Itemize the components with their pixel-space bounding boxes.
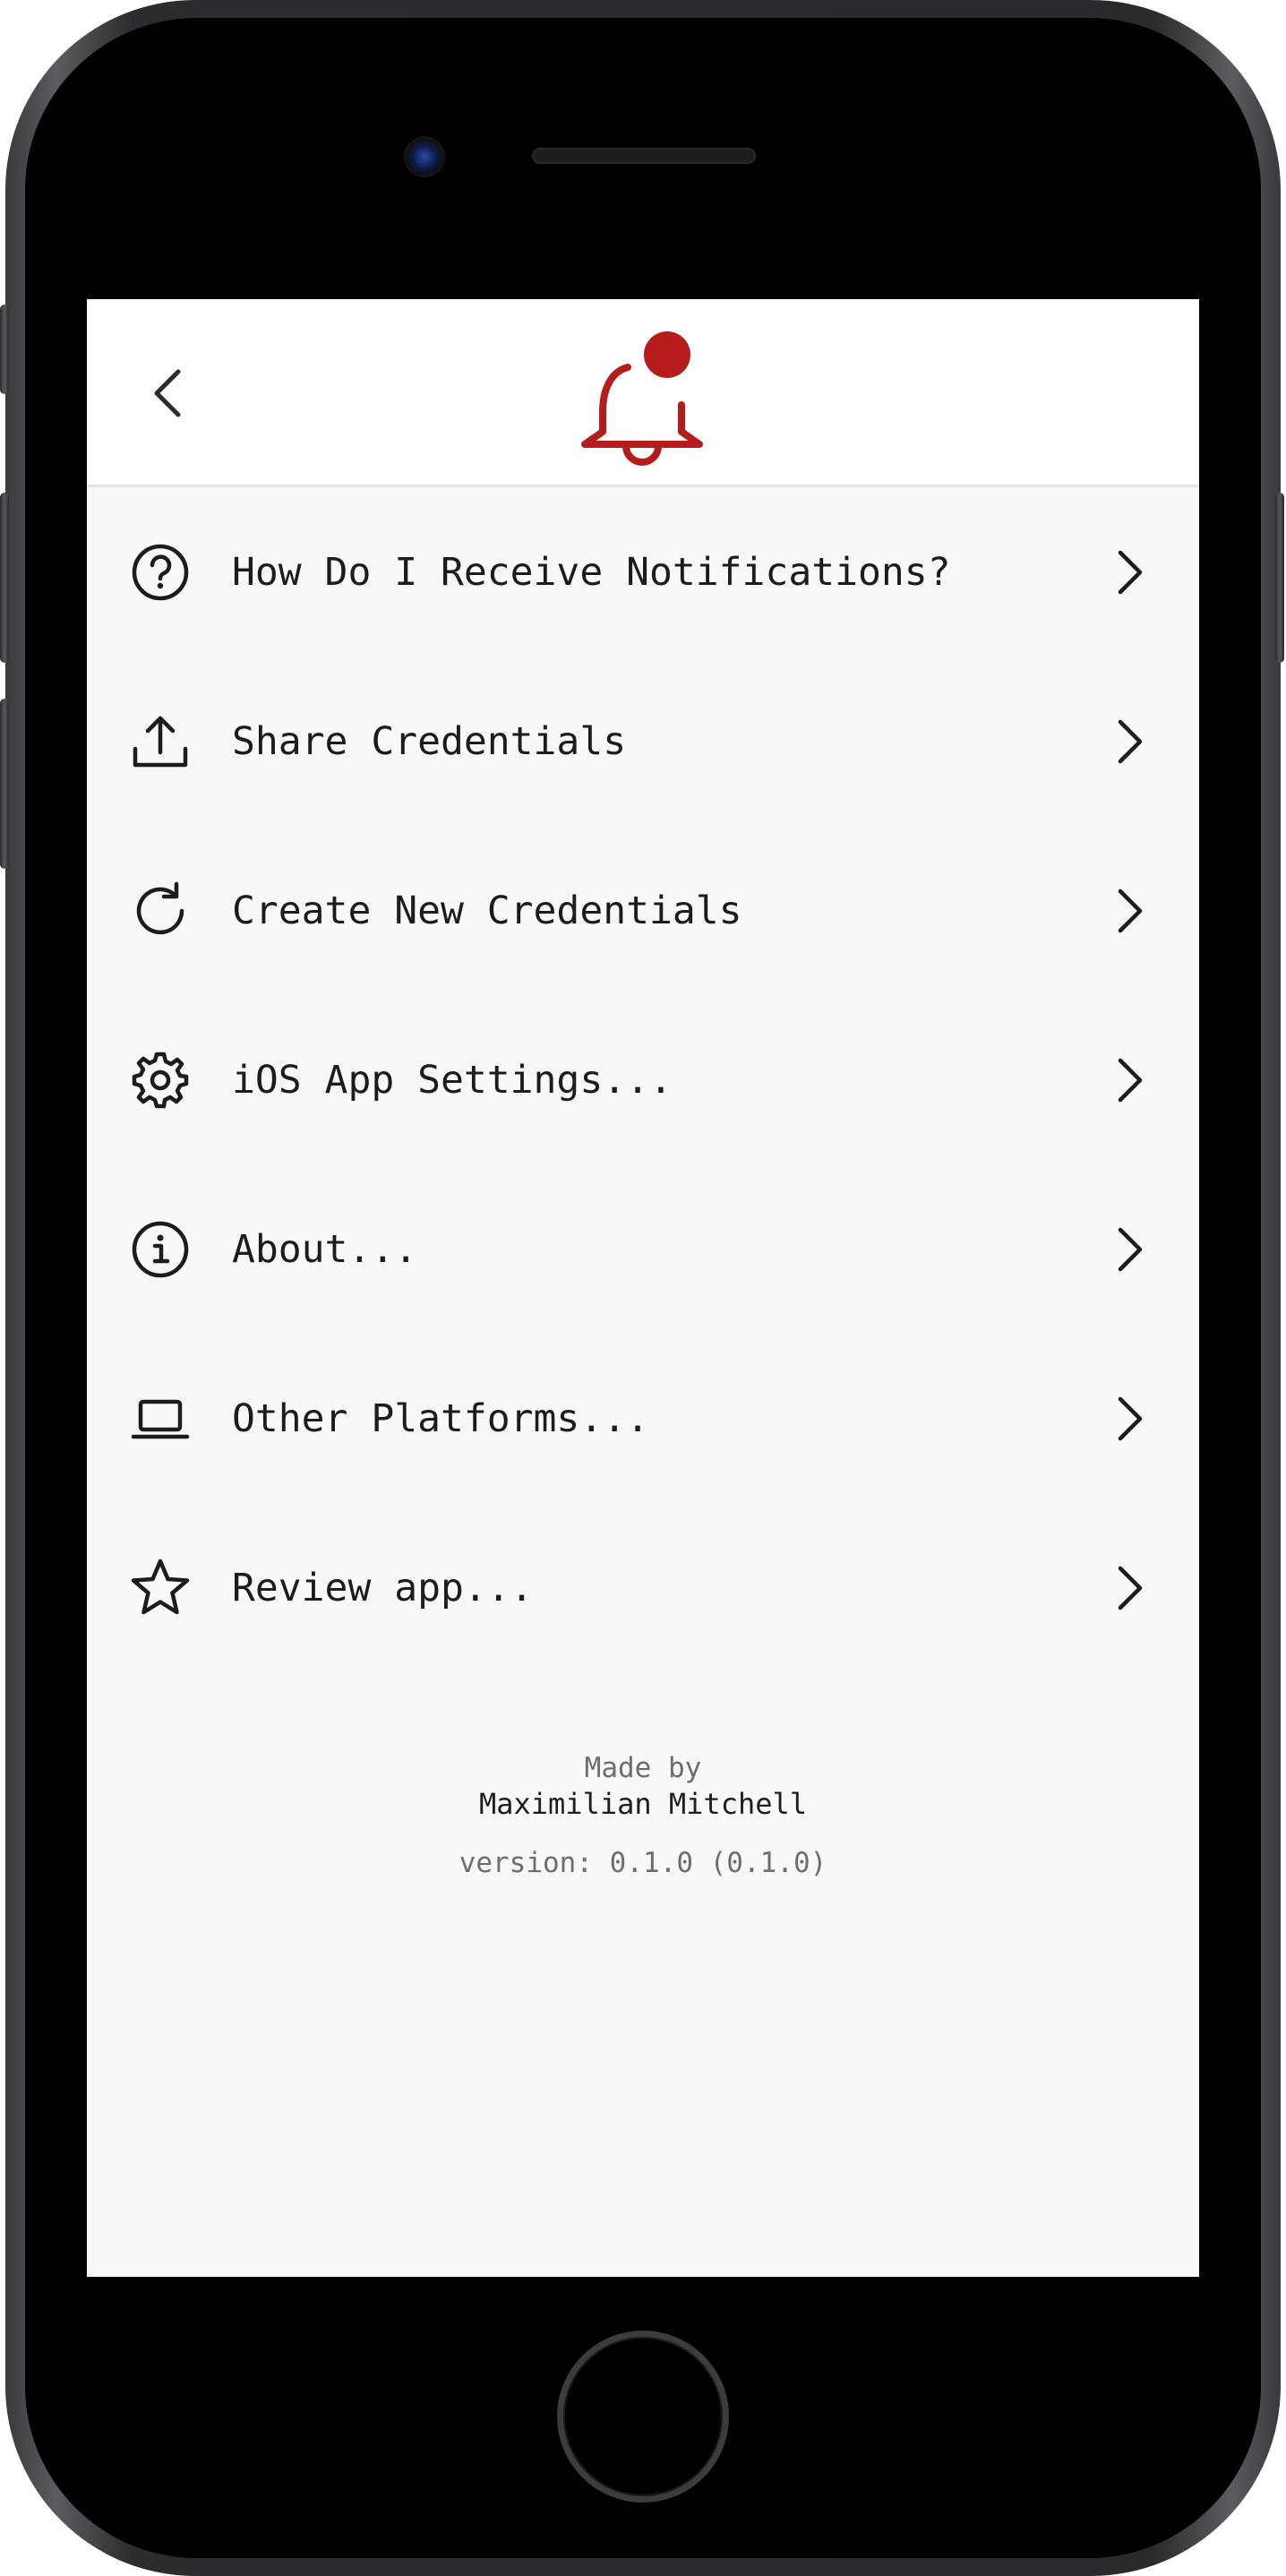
power-button	[1275, 493, 1284, 663]
version-label: version: 0.1.0 (0.1.0)	[459, 1847, 827, 1879]
earpiece-speaker	[532, 148, 756, 164]
chevron-right-icon	[1108, 1053, 1153, 1107]
chevron-right-icon	[1108, 545, 1153, 599]
front-camera	[404, 136, 445, 177]
question-circle-icon	[130, 542, 191, 603]
app-logo	[570, 328, 714, 471]
info-circle-icon	[130, 1219, 191, 1280]
refresh-icon	[130, 880, 191, 941]
gear-icon	[130, 1050, 191, 1111]
chevron-left-icon	[154, 369, 181, 417]
menu-item-other-platforms[interactable]: Other Platforms...	[87, 1334, 1199, 1503]
laptop-icon	[130, 1388, 191, 1449]
star-icon	[130, 1558, 191, 1619]
menu-item-label: Review app...	[232, 1565, 534, 1610]
chevron-right-icon	[1108, 884, 1153, 938]
menu-item-label: Share Credentials	[232, 718, 627, 764]
bell-notification-icon	[581, 331, 703, 466]
menu-item-label: How Do I Receive Notifications?	[232, 549, 951, 595]
menu-item-review-app[interactable]: Review app...	[87, 1503, 1199, 1672]
home-button[interactable]	[557, 2331, 729, 2503]
menu-item-notifications-help[interactable]: How Do I Receive Notifications?	[87, 487, 1199, 657]
silent-switch	[0, 305, 9, 394]
chevron-right-icon	[1108, 1392, 1153, 1446]
volume-up-button	[0, 493, 9, 663]
app-screen: How Do I Receive Notifications? Share Cr…	[87, 299, 1199, 2277]
navigation-bar	[87, 299, 1199, 487]
menu-item-create-credentials[interactable]: Create New Credentials	[87, 826, 1199, 995]
menu-item-label: About...	[232, 1226, 418, 1272]
settings-menu: How Do I Receive Notifications? Share Cr…	[87, 487, 1199, 1672]
volume-down-button	[0, 699, 9, 869]
chevron-right-icon	[1108, 715, 1153, 769]
menu-item-label: iOS App Settings...	[232, 1057, 673, 1103]
menu-item-label: Create New Credentials	[232, 888, 742, 933]
made-by-label: Made by	[584, 1752, 702, 1784]
menu-item-about[interactable]: About...	[87, 1164, 1199, 1334]
share-upload-icon	[130, 711, 191, 772]
chevron-right-icon	[1108, 1561, 1153, 1615]
chevron-right-icon	[1108, 1223, 1153, 1276]
author-name: Maximilian Mitchell	[478, 1787, 808, 1821]
app-footer: Made by Maximilian Mitchell version: 0.1…	[87, 1750, 1199, 1881]
menu-item-share-credentials[interactable]: Share Credentials	[87, 657, 1199, 826]
menu-item-label: Other Platforms...	[232, 1395, 649, 1441]
back-button[interactable]	[132, 353, 203, 434]
menu-item-ios-settings[interactable]: iOS App Settings...	[87, 995, 1199, 1164]
